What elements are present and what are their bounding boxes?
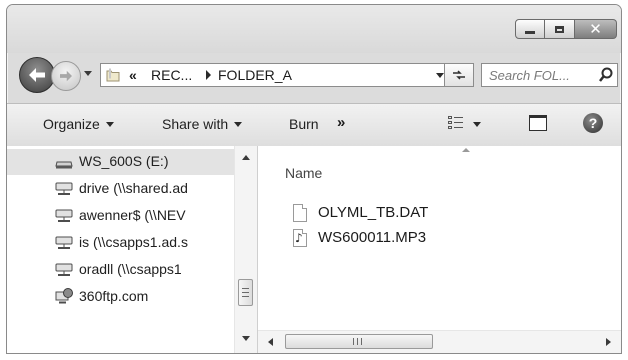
file-list: Name OLYML_TB.DAT ♪ WS600011.MP3 [258,146,621,353]
grip-line [242,288,249,289]
organize-label: Organize [43,116,100,132]
burn-button[interactable]: Burn [289,116,319,132]
view-options-dropdown[interactable] [473,122,481,127]
sidebar-item-awenner[interactable]: awenner$ (\\NEV [7,203,235,229]
forward-button[interactable] [51,61,81,91]
network-drive-icon [55,209,73,222]
sidebar-item-label: 360ftp.com [79,288,149,304]
chevron-down-icon [105,122,114,127]
refresh-icon [453,70,465,80]
folder-icon [106,68,120,82]
explorer-window: ✕ « REC... FOLDER_A Search FOL... Organi… [6,4,622,354]
sort-ascending-icon [462,148,470,152]
drive-icon [55,161,73,169]
arrow-right-icon [60,70,72,82]
close-icon: ✕ [589,20,602,38]
sidebar-item-ws600s[interactable]: WS_600S (E:) [7,149,235,175]
sidebar-item-oradll[interactable]: oradll (\\csapps1 [7,257,235,283]
file-icon [293,204,307,222]
change-view-icon[interactable] [448,116,464,130]
share-with-label: Share with [162,116,229,132]
share-with-menu[interactable]: Share with [162,116,243,132]
minimize-button[interactable] [515,19,545,39]
breadcrumb-separator-icon[interactable] [206,70,211,80]
recent-pages-dropdown[interactable] [84,71,92,76]
organize-menu[interactable]: Organize [43,116,114,132]
maximize-icon [555,25,564,33]
sidebar-item-label: WS_600S (E:) [79,153,169,169]
address-segment-folder-a[interactable]: FOLDER_A [218,67,292,83]
sidebar-item-label: is (\\csapps1.ad.s [79,234,188,250]
scroll-left-icon[interactable] [268,338,273,346]
title-bar: ✕ [7,5,621,53]
address-overflow-button[interactable]: « [129,67,137,83]
file-name: OLYML_TB.DAT [318,204,429,221]
grip-line [353,338,354,345]
scrollbar-thumb[interactable] [285,334,433,349]
sidebar-item-label: oradll (\\csapps1 [79,261,182,277]
network-drive-icon [55,263,73,276]
navigation-pane: WS_600S (E:) drive (\\shared.ad awenner$… [7,146,258,353]
sidebar-item-is-csapps1[interactable]: is (\\csapps1.ad.s [7,230,235,256]
sidebar-item-label: awenner$ (\\NEV [79,207,186,223]
grip-line [357,338,358,345]
scrollbar-thumb[interactable] [238,279,253,306]
sidebar-item-label: drive (\\shared.ad [79,180,188,196]
network-drive-icon [55,182,73,195]
grip-line [361,338,362,345]
refresh-button[interactable] [444,63,474,87]
column-header-name[interactable]: Name [285,165,322,181]
help-button[interactable]: ? [583,113,603,133]
preview-pane-icon[interactable] [529,115,547,131]
arrow-left-icon [29,68,45,82]
chevron-down-icon [234,122,243,127]
scroll-up-icon[interactable] [242,155,250,160]
search-placeholder: Search FOL... [489,68,570,83]
audio-file-icon: ♪ [293,229,307,247]
file-name: WS600011.MP3 [318,229,427,246]
navigation-bar: « REC... FOLDER_A Search FOL... [7,53,621,97]
command-bar: Organize Share with Burn » ? [7,103,621,147]
search-icon[interactable] [599,67,613,83]
network-location-icon [55,288,73,304]
address-history-dropdown[interactable] [436,73,444,78]
navigation-pane-scrollbar[interactable] [234,146,257,353]
back-button[interactable] [19,57,55,93]
minimize-icon [525,30,535,34]
search-box[interactable]: Search FOL... [481,63,618,87]
window-controls: ✕ [515,19,617,39]
scroll-down-icon[interactable] [242,336,250,341]
grip-line [242,296,249,297]
file-list-scrollbar[interactable] [258,330,621,353]
address-segment-rec[interactable]: REC... [151,67,192,83]
maximize-button[interactable] [545,19,575,39]
sidebar-item-drive-shared[interactable]: drive (\\shared.ad [7,176,235,202]
grip-line [242,292,249,293]
scroll-right-icon[interactable] [606,338,611,346]
close-button[interactable]: ✕ [575,19,617,39]
address-bar[interactable]: « REC... FOLDER_A [100,63,474,87]
sidebar-item-360ftp[interactable]: 360ftp.com [7,284,235,310]
music-note-icon: ♪ [295,231,303,245]
network-drive-icon [55,236,73,249]
more-commands-button[interactable]: » [337,114,345,131]
